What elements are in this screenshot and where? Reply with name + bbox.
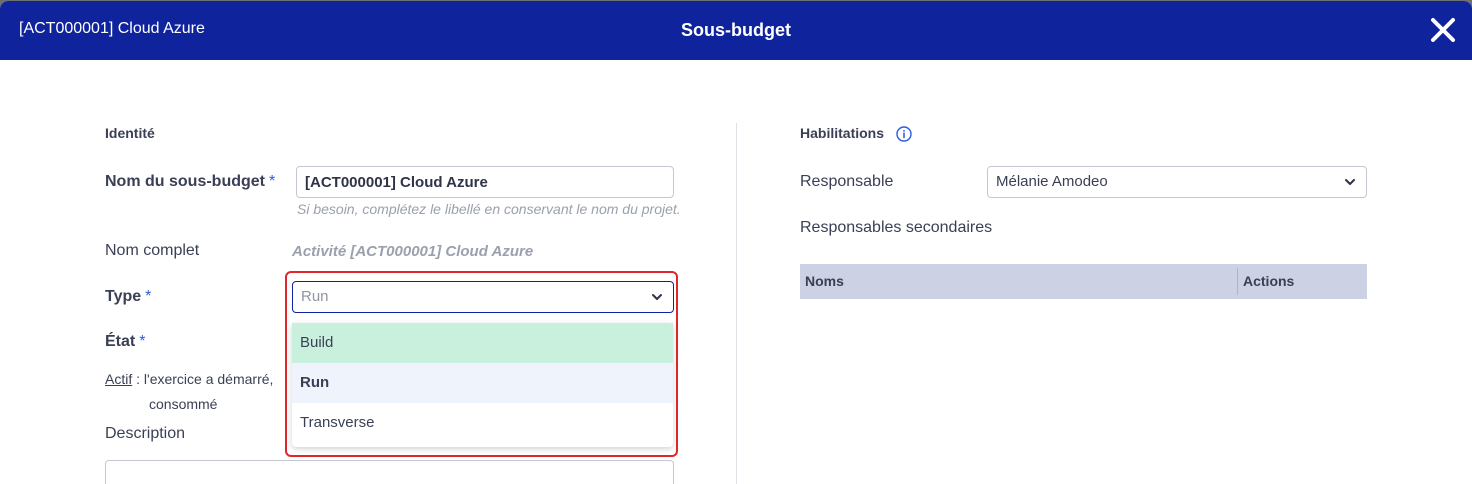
type-select[interactable]: Run xyxy=(292,281,674,313)
name-input[interactable]: [ACT000001] Cloud Azure xyxy=(296,166,674,198)
secondary-responsables-label: Responsables secondaires xyxy=(800,219,993,236)
etat-text-2: consommé xyxy=(149,396,218,412)
type-option-run[interactable]: Run xyxy=(292,363,673,403)
required-mark: * xyxy=(139,333,146,350)
chevron-down-icon xyxy=(652,294,662,300)
type-label-text: Type xyxy=(105,288,142,305)
type-option-build[interactable]: Build xyxy=(292,323,673,363)
type-option-transverse[interactable]: Transverse xyxy=(292,403,673,443)
etat-label-text: État xyxy=(105,333,136,350)
name-label-text: Nom du sous-budget xyxy=(105,173,265,190)
type-options-menu: Build Run Transverse xyxy=(292,323,673,447)
info-icon[interactable] xyxy=(896,126,912,142)
table-header-names: Noms xyxy=(805,273,844,289)
required-mark: * xyxy=(145,288,152,305)
description-label: Description xyxy=(105,425,186,442)
table-header-actions: Actions xyxy=(1243,273,1295,289)
permissions-section-title: Habilitations xyxy=(800,125,885,141)
fullname-value: Activité [ACT000001] Cloud Azure xyxy=(292,243,534,260)
responsable-select-value: Mélanie Amodeo xyxy=(996,173,1108,190)
table-header-divider xyxy=(1237,268,1238,295)
secondary-table-header: Noms Actions xyxy=(800,264,1367,299)
type-select-value: Run xyxy=(301,288,329,305)
type-label: Type * xyxy=(105,288,151,306)
name-hint: Si besoin, complétez le libellé en conse… xyxy=(297,201,681,217)
required-mark: * xyxy=(268,173,276,190)
responsable-label: Responsable xyxy=(800,173,894,190)
identity-section-title: Identité xyxy=(105,125,155,141)
etat-text-1: : l'exercice a démarré, xyxy=(136,371,274,387)
modal-header: [ACT000001] Cloud Azure Sous-budget xyxy=(0,1,1472,60)
etat-description-line-1: Actif : l'exercice a démarré, xyxy=(105,371,273,387)
etat-label: État * xyxy=(105,333,145,351)
close-button[interactable] xyxy=(1428,15,1458,45)
description-textarea[interactable] xyxy=(105,460,674,484)
close-icon xyxy=(1431,18,1455,42)
modal-title: Sous-budget xyxy=(681,20,791,40)
fullname-label: Nom complet xyxy=(105,242,200,259)
column-divider xyxy=(736,123,737,484)
chevron-down-icon xyxy=(1345,179,1355,185)
name-label: Nom du sous-budget * xyxy=(105,173,275,191)
etat-actif-link[interactable]: Actif xyxy=(105,371,132,387)
responsable-select[interactable]: Mélanie Amodeo xyxy=(987,166,1367,198)
sub-budget-modal: [ACT000001] Cloud Azure Sous-budget Iden… xyxy=(0,1,1472,484)
